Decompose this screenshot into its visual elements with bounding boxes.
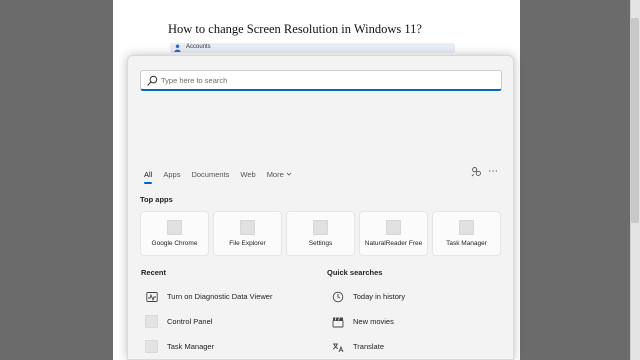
- list-item-label: Task Manager: [167, 342, 215, 351]
- search-input[interactable]: [161, 73, 496, 88]
- clapperboard-icon: [331, 315, 344, 328]
- more-options-icon[interactable]: ⋯: [488, 166, 498, 177]
- scrollbar[interactable]: [630, 0, 640, 360]
- activity-chart-icon: [145, 290, 158, 303]
- recent-title: Recent: [141, 268, 167, 277]
- app-label: NaturalReader Free: [364, 240, 423, 247]
- app-naturalreader-free[interactable]: NaturalReader Free: [359, 211, 428, 256]
- recent-item-diagnostic-data-viewer[interactable]: Turn on Diagnostic Data Viewer: [145, 284, 272, 309]
- share-icon[interactable]: [471, 166, 482, 177]
- accounts-chip: Accounts: [170, 43, 455, 53]
- document-title: How to change Screen Resolution in Windo…: [168, 22, 422, 36]
- tab-more[interactable]: More: [267, 170, 292, 179]
- app-placeholder-icon: [386, 220, 401, 235]
- quick-search-today-in-history[interactable]: Today in history: [331, 284, 405, 309]
- app-label: Task Manager: [446, 240, 487, 247]
- list-item-label: Translate: [353, 342, 384, 351]
- app-placeholder-icon: [145, 340, 158, 353]
- app-google-chrome[interactable]: Google Chrome: [140, 211, 209, 256]
- translate-icon: [331, 340, 344, 353]
- app-label: File Explorer: [229, 240, 266, 247]
- quick-searches-list: Today in history New movies Translate: [331, 284, 405, 359]
- quick-search-new-movies[interactable]: New movies: [331, 309, 405, 334]
- recent-item-task-manager[interactable]: Task Manager: [145, 334, 272, 359]
- app-placeholder-icon: [167, 220, 182, 235]
- tab-more-label: More: [266, 169, 284, 179]
- list-item-label: Control Panel: [167, 317, 213, 326]
- filter-tabs: All Apps Documents Web More: [144, 167, 303, 184]
- header-actions: ⋯: [463, 166, 498, 177]
- app-label: Settings: [308, 240, 333, 247]
- recent-list: Turn on Diagnostic Data Viewer Control P…: [145, 284, 272, 359]
- tab-documents[interactable]: Documents: [191, 170, 229, 179]
- tab-apps[interactable]: Apps: [163, 170, 180, 179]
- app-placeholder-icon: [145, 315, 158, 328]
- recent-item-control-panel[interactable]: Control Panel: [145, 309, 272, 334]
- app-settings[interactable]: Settings: [286, 211, 355, 256]
- top-apps-title: Top apps: [140, 195, 173, 204]
- chevron-down-icon: [286, 172, 292, 176]
- app-placeholder-icon: [313, 220, 328, 235]
- list-item-label: Turn on Diagnostic Data Viewer: [167, 292, 273, 301]
- user-icon: [174, 44, 181, 52]
- search-panel: All Apps Documents Web More ⋯ Top apps G…: [127, 55, 514, 360]
- search-box[interactable]: [140, 70, 502, 91]
- scrollbar-thumb[interactable]: [631, 18, 639, 223]
- quick-search-translate[interactable]: Translate: [331, 334, 405, 359]
- app-task-manager[interactable]: Task Manager: [432, 211, 501, 256]
- list-item-label: New movies: [353, 317, 394, 326]
- app-placeholder-icon: [240, 220, 255, 235]
- accounts-chip-label: Accounts: [186, 44, 211, 50]
- clock-icon: [331, 290, 344, 303]
- tab-all[interactable]: All: [144, 170, 153, 184]
- search-icon: [147, 75, 158, 86]
- app-placeholder-icon: [459, 220, 474, 235]
- tab-web[interactable]: Web: [240, 170, 255, 179]
- list-item-label: Today in history: [353, 292, 406, 301]
- top-apps-list: Google Chrome File Explorer Settings Nat…: [140, 211, 505, 256]
- quick-searches-title: Quick searches: [327, 268, 383, 277]
- app-label: Google Chrome: [151, 240, 198, 247]
- app-file-explorer[interactable]: File Explorer: [213, 211, 282, 256]
